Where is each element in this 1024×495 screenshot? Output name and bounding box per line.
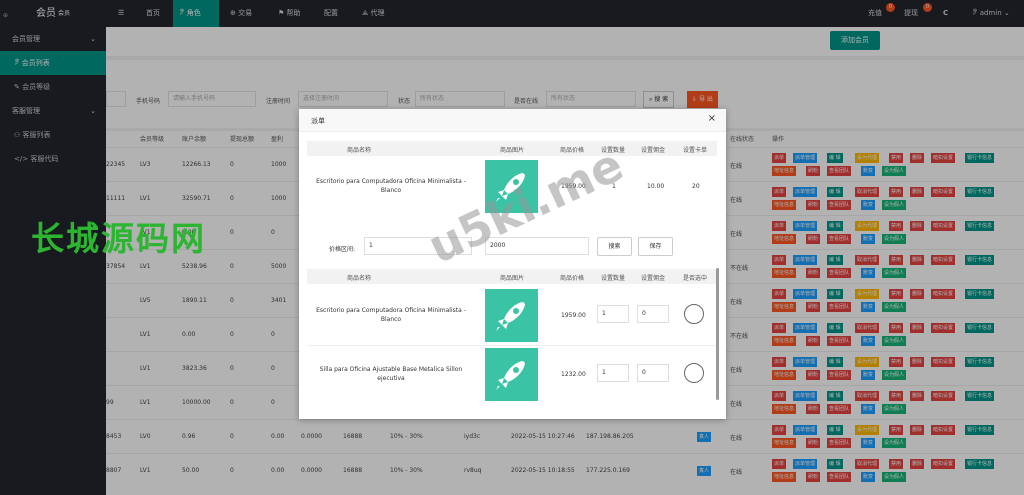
product-card: 20 (692, 183, 700, 190)
rocket-icon (496, 361, 525, 390)
product-name: Escritorio para Computadora Oficina Mini… (316, 178, 466, 194)
row-divider (307, 345, 717, 346)
product-image (485, 348, 538, 401)
th-name: 商品名称 (347, 275, 372, 282)
product-commission: 10.00 (647, 183, 665, 190)
dispatch-modal: 派单 × 商品名称 商品图片 商品价格 设置数量 设置佣金 设置卡单 Escri… (299, 109, 726, 419)
rocket-icon (496, 302, 525, 331)
commission-input[interactable]: 0 (637, 364, 669, 382)
product-name: Escritorio para Computadora Oficina Mini… (316, 307, 466, 323)
product-price: 1232.00 (561, 371, 586, 378)
qty-input[interactable]: 1 (597, 305, 629, 323)
th-name: 商品名称 (347, 147, 372, 154)
select-radio[interactable] (684, 304, 704, 324)
close-icon[interactable]: × (708, 113, 716, 124)
th-card: 设置卡单 (683, 147, 708, 154)
th-selected: 是否选中 (683, 275, 708, 282)
modal-save-button[interactable]: 保存 (638, 237, 673, 256)
th-commission: 设置佣金 (641, 275, 666, 282)
th-price: 商品价格 (560, 275, 585, 282)
th-qty: 设置数量 (601, 275, 626, 282)
th-image: 商品图片 (500, 275, 525, 282)
qty-input[interactable]: 1 (597, 364, 629, 382)
modal-header: 派单 × (299, 109, 726, 132)
product-table-header: 商品名称 商品图片 商品价格 设置数量 设置佣金 是否选中 (307, 269, 717, 284)
modal-title: 派单 (311, 117, 325, 125)
modal-scrollbar[interactable] (716, 268, 719, 400)
selected-table-header: 商品名称 商品图片 商品价格 设置数量 设置佣金 设置卡单 (307, 141, 717, 156)
commission-input[interactable]: 0 (637, 305, 669, 323)
modal-search-button[interactable]: 搜索 (597, 237, 632, 256)
product-name: Silla para Oficina Ajustable Base Metali… (319, 366, 463, 382)
select-radio[interactable] (684, 363, 704, 383)
watermark-text: 长城源码网 (31, 219, 206, 258)
th-image: 商品图片 (500, 147, 525, 154)
range-label: 价格区间: (329, 246, 356, 253)
product-price: 1959.00 (561, 312, 586, 319)
product-image (485, 289, 538, 342)
th-commission: 设置佣金 (641, 147, 666, 154)
